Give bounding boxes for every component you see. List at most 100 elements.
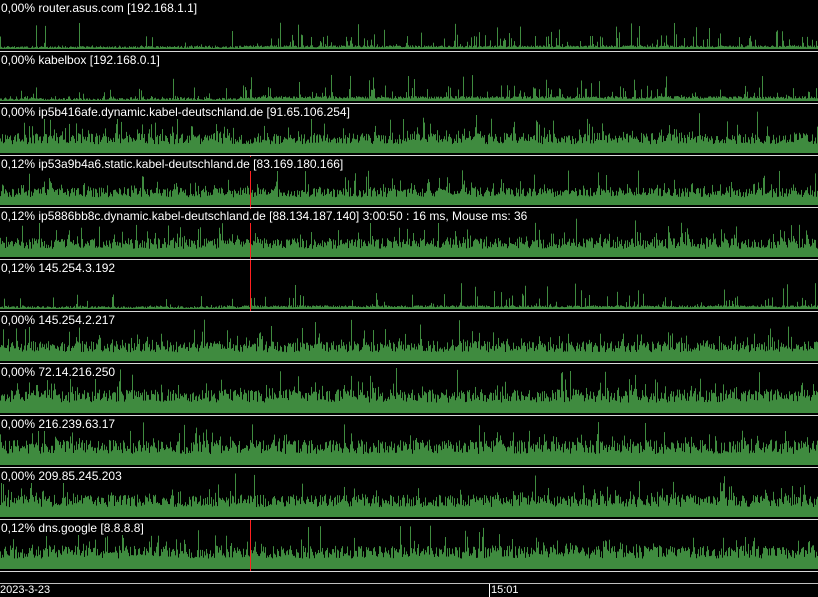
latency-bar	[287, 46, 288, 49]
latency-bar	[799, 225, 800, 257]
latency-bar	[398, 46, 399, 49]
latency-bar	[123, 47, 124, 49]
latency-bar	[771, 143, 772, 153]
latency-bar	[654, 139, 655, 153]
latency-bar	[54, 307, 55, 309]
latency-bar	[444, 294, 445, 309]
latency-bar	[773, 135, 774, 153]
latency-bar	[95, 306, 96, 309]
latency-bar	[144, 308, 145, 309]
ping-graph-panel[interactable]: 0,00% 145.254.2.217	[0, 312, 818, 364]
ping-graph-panel[interactable]: 0,12% ip53a9b4a6.static.kabel-deutschlan…	[0, 156, 818, 208]
latency-bar	[656, 188, 657, 205]
latency-bar	[28, 99, 29, 101]
latency-bar	[774, 242, 775, 257]
latency-bar	[736, 98, 737, 101]
latency-bar	[748, 98, 749, 101]
latency-bar	[430, 191, 431, 205]
latency-bar	[684, 38, 685, 49]
latency-bar	[126, 132, 127, 153]
latency-bar	[523, 295, 524, 309]
latency-bar	[361, 197, 362, 205]
latency-bar	[571, 144, 572, 153]
latency-bar	[191, 240, 192, 257]
latency-bar	[359, 46, 360, 49]
latency-bar	[563, 244, 564, 257]
latency-bar	[756, 193, 757, 205]
latency-bar	[765, 97, 766, 101]
latency-bar	[790, 97, 791, 101]
latency-bar	[51, 308, 52, 309]
latency-bar	[0, 307, 1, 309]
latency-bar	[146, 100, 147, 101]
ping-graph-panel[interactable]: 0,00% kabelbox [192.168.0.1]	[0, 52, 818, 104]
latency-bar	[231, 47, 232, 49]
latency-bar	[382, 306, 383, 309]
latency-bar	[281, 306, 282, 309]
latency-bar	[112, 297, 113, 309]
latency-bar	[91, 100, 92, 101]
latency-bar	[338, 47, 339, 49]
latency-bar	[264, 126, 265, 153]
latency-bar	[659, 306, 660, 309]
latency-bar	[169, 144, 170, 153]
latency-bar	[473, 188, 474, 205]
latency-bar	[13, 306, 14, 309]
latency-bar	[779, 135, 780, 153]
latency-bar	[105, 100, 106, 101]
latency-bar	[300, 95, 301, 101]
latency-bar	[802, 138, 803, 153]
latency-bar	[421, 97, 422, 101]
latency-bar	[516, 188, 517, 205]
ping-graph-panel[interactable]: 0,12% ip5886bb8c.dynamic.kabel-deutschla…	[0, 208, 818, 260]
latency-bar	[632, 46, 633, 49]
latency-bar	[552, 97, 553, 101]
latency-bar	[108, 247, 109, 257]
latency-bar	[680, 306, 681, 309]
latency-bar	[384, 30, 385, 49]
latency-bar	[360, 97, 361, 101]
latency-bar	[61, 48, 62, 49]
ping-graph-panel[interactable]: 0,00% router.asus.com [192.168.1.1]	[0, 0, 818, 52]
latency-bar	[257, 184, 258, 205]
latency-bar	[487, 46, 488, 49]
latency-bar	[203, 307, 204, 309]
latency-bar	[103, 242, 104, 257]
latency-bar	[543, 306, 544, 309]
latency-bar	[153, 244, 154, 257]
latency-bar	[348, 306, 349, 309]
latency-bar	[736, 305, 737, 309]
latency-bar	[38, 351, 39, 361]
latency-bar	[184, 236, 185, 257]
latency-bar	[327, 188, 328, 205]
ping-graph-panel[interactable]: 0,00% ip5b416afe.dynamic.kabel-deutschla…	[0, 104, 818, 156]
latency-bar	[234, 190, 235, 205]
latency-bar	[422, 138, 423, 153]
latency-bar	[594, 97, 595, 101]
latency-bar	[515, 307, 516, 309]
latency-bar	[282, 196, 283, 205]
latency-bar	[620, 244, 621, 257]
latency-bar	[18, 347, 19, 361]
latency-bar	[83, 137, 84, 153]
latency-bar	[643, 240, 644, 257]
latency-bar	[622, 46, 623, 49]
latency-bar	[766, 247, 767, 257]
latency-bar	[77, 295, 78, 309]
latency-bar	[757, 112, 758, 153]
latency-bar	[259, 194, 260, 205]
latency-bar	[413, 307, 414, 309]
ping-graph-panel[interactable]: 0,12% 145.254.3.192	[0, 260, 818, 312]
latency-bar	[215, 307, 216, 309]
latency-bar	[462, 96, 463, 101]
latency-bar	[327, 99, 328, 101]
latency-bar	[13, 189, 14, 205]
latency-bar	[185, 308, 186, 309]
latency-bar	[57, 241, 58, 257]
latency-bar	[225, 100, 226, 101]
latency-bar	[31, 192, 32, 205]
latency-bar	[72, 243, 73, 257]
latency-bar	[65, 192, 66, 205]
latency-bar	[471, 305, 472, 309]
latency-bar	[487, 92, 488, 101]
